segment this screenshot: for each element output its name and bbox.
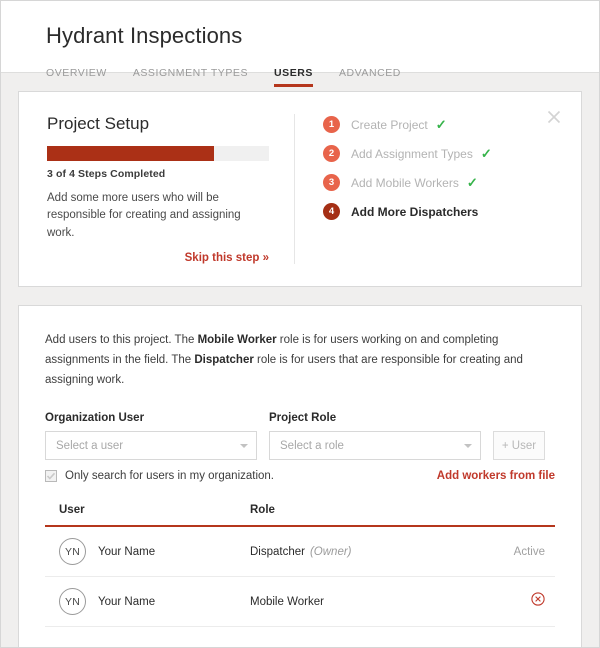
tab-bar: OVERVIEW ASSIGNMENT TYPES USERS ADVANCED bbox=[46, 63, 599, 87]
setup-progress-bar bbox=[47, 146, 269, 161]
page-header: Hydrant Inspections OVERVIEW ASSIGNMENT … bbox=[1, 1, 599, 73]
project-setup-card: Project Setup 3 of 4 Steps Completed Add… bbox=[18, 91, 582, 287]
app-window: Hydrant Inspections OVERVIEW ASSIGNMENT … bbox=[0, 0, 600, 648]
project-role-placeholder: Select a role bbox=[280, 440, 344, 452]
role-owner-note: (Owner) bbox=[310, 546, 352, 558]
step-number-badge: 4 bbox=[323, 203, 340, 220]
project-role-label: Project Role bbox=[269, 412, 481, 424]
column-header-action bbox=[495, 504, 555, 526]
remove-user-icon[interactable] bbox=[531, 592, 545, 606]
setup-step-3[interactable]: 3 Add Mobile Workers ✓ bbox=[323, 174, 557, 191]
organization-user-label: Organization User bbox=[45, 412, 257, 424]
role-cell: Dispatcher (Owner) bbox=[250, 526, 495, 577]
users-table-body: YN Your Name Dispatcher (Owner) Active YN… bbox=[45, 526, 555, 627]
user-cell: YN Your Name bbox=[45, 526, 250, 577]
setup-step-1[interactable]: 1 Create Project ✓ bbox=[323, 116, 557, 133]
page-title: Hydrant Inspections bbox=[46, 25, 599, 47]
check-icon: ✓ bbox=[436, 118, 447, 131]
add-users-card: Add users to this project. The Mobile Wo… bbox=[18, 305, 582, 648]
step-label: Create Project bbox=[351, 118, 428, 132]
setup-title: Project Setup bbox=[47, 114, 276, 134]
column-header-user: User bbox=[45, 504, 250, 526]
setup-summary: Project Setup 3 of 4 Steps Completed Add… bbox=[47, 114, 295, 264]
status-badge: Active bbox=[495, 526, 555, 577]
add-user-button[interactable]: + User bbox=[493, 431, 545, 460]
project-role-select[interactable]: Select a role bbox=[269, 431, 481, 460]
step-label: Add More Dispatchers bbox=[351, 205, 478, 219]
organization-user-field: Organization User Select a user bbox=[45, 412, 257, 460]
close-icon[interactable] bbox=[547, 110, 561, 124]
column-header-role: Role bbox=[250, 504, 495, 526]
tab-advanced[interactable]: ADVANCED bbox=[339, 67, 401, 87]
user-name: Your Name bbox=[98, 546, 155, 558]
users-table: User Role YN Your Name Dispatcher (Owner) bbox=[45, 504, 555, 627]
only-my-org-checkbox-wrap[interactable]: Only search for users in my organization… bbox=[45, 470, 274, 482]
setup-description: Add some more users who will be responsi… bbox=[47, 190, 267, 242]
organization-user-placeholder: Select a user bbox=[56, 440, 123, 452]
step-number-badge: 1 bbox=[323, 116, 340, 133]
organization-user-select[interactable]: Select a user bbox=[45, 431, 257, 460]
role-value: Dispatcher bbox=[250, 546, 305, 558]
tab-users[interactable]: USERS bbox=[274, 67, 313, 87]
setup-progress-label: 3 of 4 Steps Completed bbox=[47, 168, 276, 180]
form-options-row: Only search for users in my organization… bbox=[45, 470, 555, 482]
row-action-cell bbox=[495, 577, 555, 627]
step-label: Add Mobile Workers bbox=[351, 176, 459, 190]
add-user-form: Organization User Select a user Project … bbox=[45, 412, 555, 460]
tab-overview[interactable]: OVERVIEW bbox=[46, 67, 107, 87]
avatar: YN bbox=[59, 588, 86, 615]
table-row: YN Your Name Mobile Worker bbox=[45, 577, 555, 627]
avatar: YN bbox=[59, 538, 86, 565]
setup-step-4[interactable]: 4 Add More Dispatchers bbox=[323, 203, 557, 220]
user-cell: YN Your Name bbox=[45, 577, 250, 627]
chevron-down-icon bbox=[464, 444, 472, 448]
check-icon: ✓ bbox=[481, 147, 492, 160]
user-name: Your Name bbox=[98, 596, 155, 608]
step-label: Add Assignment Types bbox=[351, 147, 473, 161]
chevron-down-icon bbox=[240, 444, 248, 448]
tab-assignment-types[interactable]: ASSIGNMENT TYPES bbox=[133, 67, 248, 87]
only-my-org-label: Only search for users in my organization… bbox=[65, 470, 274, 482]
role-value: Mobile Worker bbox=[250, 596, 324, 608]
table-row: YN Your Name Dispatcher (Owner) Active bbox=[45, 526, 555, 577]
setup-step-2[interactable]: 2 Add Assignment Types ✓ bbox=[323, 145, 557, 162]
setup-progress-fill bbox=[47, 146, 214, 161]
check-icon: ✓ bbox=[467, 176, 478, 189]
step-number-badge: 3 bbox=[323, 174, 340, 191]
desc-part-1: Add users to this project. The bbox=[45, 334, 198, 346]
checkbox-icon[interactable] bbox=[45, 470, 57, 482]
desc-bold-mobile-worker: Mobile Worker bbox=[198, 334, 277, 346]
users-table-head: User Role bbox=[45, 504, 555, 526]
project-role-field: Project Role Select a role bbox=[269, 412, 481, 460]
setup-steps-list: 1 Create Project ✓ 2 Add Assignment Type… bbox=[295, 114, 557, 264]
users-table-header-row: User Role bbox=[45, 504, 555, 526]
skip-this-step-link[interactable]: Skip this step » bbox=[47, 252, 269, 264]
users-description: Add users to this project. The Mobile Wo… bbox=[45, 330, 555, 390]
step-number-badge: 2 bbox=[323, 145, 340, 162]
role-cell: Mobile Worker bbox=[250, 577, 495, 627]
desc-bold-dispatcher: Dispatcher bbox=[194, 354, 253, 366]
add-workers-from-file-link[interactable]: Add workers from file bbox=[437, 470, 555, 482]
